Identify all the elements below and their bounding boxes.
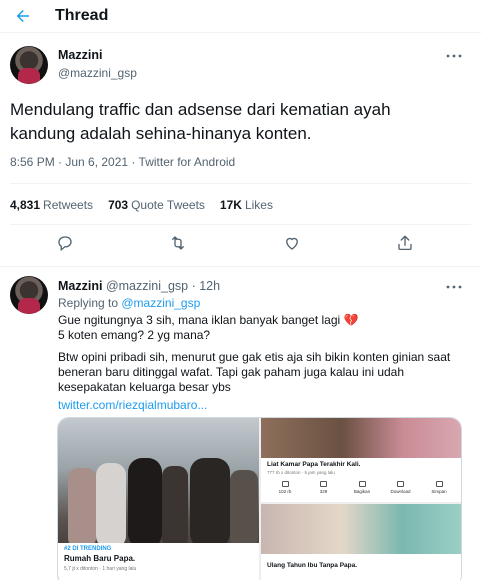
crowd-photo [68,458,258,548]
replying-to-link[interactable]: @mazzini_gsp [121,296,200,310]
video-sub: 5,7 jt x ditonton · 1 hari yang lalu [64,566,137,572]
save-icon [435,481,443,487]
video-sub: 777 rb x ditonton · 5 jam yang lalu [267,470,335,475]
like-icon [281,481,289,487]
share-icon [358,481,366,487]
reply-line: beneran baru ditinggal wafat. Tapi gak p… [58,365,405,379]
video-action: 329 [312,481,336,494]
author-handle[interactable]: @mazzini_gsp [58,66,137,80]
retweet-icon[interactable] [169,234,189,254]
room-photo [261,418,461,458]
retweets-stat[interactable]: 4,831 Retweets [10,198,93,212]
dislike-icon [320,481,327,487]
media-image-right-bottom[interactable]: Ulang Tahun Ibu Tanpa Papa. [261,504,461,580]
reply-line: 5 koten emang? 2 yg mana? [58,328,211,342]
media-image-left[interactable]: #2 DI TRENDING Rumah Baru Papa. 5,7 jt x… [58,418,259,580]
likes-stat[interactable]: 17K Likes [220,198,273,212]
video-card: Ulang Tahun Ibu Tanpa Papa. [261,554,461,580]
trending-tag: #2 DI TRENDING [64,546,112,552]
media-grid[interactable]: #2 DI TRENDING Rumah Baru Papa. 5,7 jt x… [57,417,462,580]
video-title: Liat Kamar Papa Terakhir Kali. [267,461,361,468]
avatar[interactable] [10,276,48,314]
video-action: Simpan [427,481,451,494]
author-name[interactable]: Mazzini [58,279,102,293]
page-title: Thread [55,7,109,24]
video-actions: 102 rb 329 Bagikan Download Simpan [267,481,457,494]
author-name[interactable]: Mazzini [58,48,102,62]
video-action: Bagikan [350,481,374,494]
back-arrow-icon[interactable] [12,5,34,27]
divider [0,266,481,267]
reply-time[interactable]: · 12h [192,279,221,293]
action-bar [0,234,481,256]
reply-header: Mazzini @mazzini_gsp · 12h [58,279,220,293]
media-image-right-top[interactable]: Liat Kamar Papa Terakhir Kali. 777 rb x … [261,418,461,502]
share-icon[interactable] [396,234,416,254]
video-card: Liat Kamar Papa Terakhir Kali. 777 rb x … [261,458,461,502]
reply-line: Btw opini pribadi sih, menurut gue gak e… [58,350,451,364]
reply-icon[interactable] [56,234,76,254]
reply-body: Replying to @mazzini_gsp Gue ngitungnya … [58,296,468,413]
download-icon [397,481,404,487]
tweet-meta[interactable]: 8:56 PM · Jun 6, 2021 · Twitter for Andr… [10,155,235,169]
tweet-stats: 4,831 Retweets 703 Quote Tweets 17K Likes [10,198,273,212]
reply-link[interactable]: twitter.com/riezqialmubaro... [58,398,468,413]
author-handle[interactable]: @mazzini_gsp [106,279,188,293]
like-icon[interactable] [283,234,303,254]
quotes-stat[interactable]: 703 Quote Tweets [108,198,205,212]
video-title: Rumah Baru Papa. [64,554,136,563]
reply-line: Gue ngitungnya 3 sih, mana iklan banyak … [58,313,359,327]
video-title: Ulang Tahun Ibu Tanpa Papa. [267,562,358,569]
video-action: Download [389,481,413,494]
divider [10,183,471,184]
replying-to: Replying to @mazzini_gsp [58,296,201,310]
more-icon[interactable] [446,279,462,295]
tweet-text: Mendulang traffic dan adsense dari kemat… [10,100,391,143]
reply-line: kesepakatan keluarga besar ybs [58,380,231,394]
divider [10,224,471,225]
media-caption-left: #2 DI TRENDING Rumah Baru Papa. 5,7 jt x… [58,543,259,580]
video-action: 102 rb [273,481,297,494]
top-bar: Thread [0,0,481,33]
birthday-photo [261,504,461,554]
more-icon[interactable] [446,48,462,64]
avatar[interactable] [10,46,48,84]
